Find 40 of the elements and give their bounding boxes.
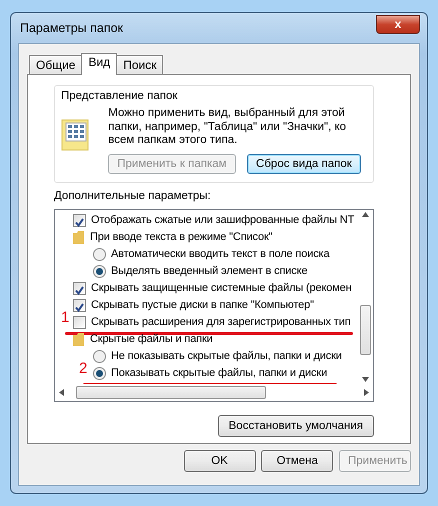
description-text: Можно применить вид, выбранный для этой папки, например, "Таблица" или "Значки", ко всем папкам этого типа. — [108, 107, 348, 148]
scroll-up-icon[interactable] — [362, 212, 368, 216]
checkbox[interactable] — [73, 316, 86, 328]
tab[interactable]: Поиск — [116, 55, 164, 74]
restore-defaults-button[interactable]: Восстановить умолчания — [218, 414, 374, 436]
setting-label: Выделять введенный элемент в списке — [111, 264, 308, 279]
radio-button[interactable] — [93, 264, 106, 278]
group-title: Представление папок — [61, 89, 178, 104]
setting-label: Показывать скрытые файлы, папки и диски — [111, 366, 328, 381]
cancel-button[interactable]: Отмена — [261, 450, 334, 472]
ok-button[interactable]: OK — [184, 450, 256, 472]
annotation-number: 1 — [61, 310, 70, 324]
setting-label: Не показывать скрытые файлы, папки и диски — [111, 348, 342, 364]
radio-button[interactable] — [93, 366, 106, 380]
setting-label: Скрывать расширения для зарегистрированных тип — [91, 314, 351, 330]
folder-view-icon — [61, 117, 91, 152]
scroll-thumb[interactable] — [360, 304, 370, 354]
setting-label: При вводе текста в режиме "Список" — [90, 230, 272, 245]
setting-label: Отображать сжатые или зашифрованные файлы NT — [91, 212, 354, 228]
scroll-thumb[interactable] — [76, 386, 266, 398]
close-button[interactable]: x — [376, 14, 420, 34]
tab[interactable]: Вид — [81, 53, 118, 75]
reset-folders-button[interactable]: Сброс вида папок — [247, 154, 361, 174]
radio-button[interactable] — [93, 248, 106, 260]
window-title: Параметры папок — [19, 20, 124, 37]
setting-label: Автоматически вводить текст в поле поиска — [111, 246, 330, 262]
scroll-right-icon[interactable] — [364, 388, 369, 396]
setting-label: Скрытые файлы и папки — [90, 332, 213, 347]
tab[interactable]: Общие — [29, 55, 82, 74]
setting-label: Скрывать защищенные системные файлы (рекомен — [91, 280, 352, 296]
checkbox[interactable] — [73, 282, 86, 294]
annotation-number: 2 — [79, 360, 88, 376]
setting-label: Скрывать пустые диски в папке "Компьютер" — [91, 298, 314, 313]
scroll-left-icon[interactable] — [59, 388, 64, 396]
scroll-down-icon[interactable] — [362, 376, 368, 382]
radio-button[interactable] — [93, 350, 106, 362]
checkbox[interactable] — [73, 214, 86, 226]
section-label: Дополнительные параметры: — [54, 189, 212, 204]
folder-icon — [73, 230, 84, 244]
checkbox[interactable] — [73, 298, 86, 312]
